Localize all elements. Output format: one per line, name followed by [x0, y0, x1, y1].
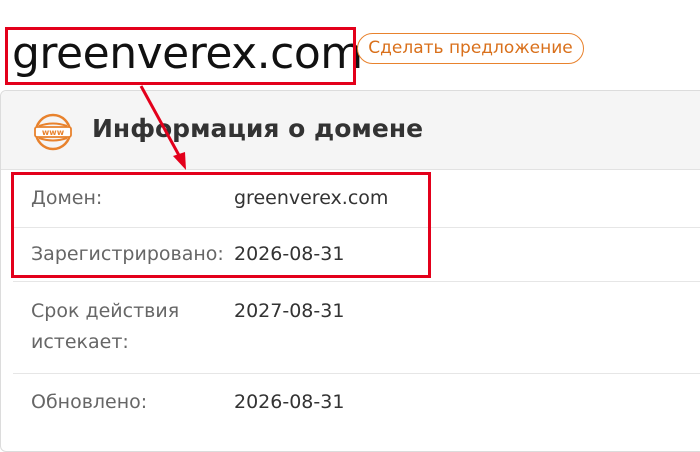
row-divider	[13, 373, 700, 374]
domain-highlight-box	[5, 27, 356, 85]
make-offer-button[interactable]: Сделать предложение	[357, 33, 584, 64]
svg-text:www: www	[42, 128, 65, 137]
www-icon: www	[34, 113, 72, 151]
expires-value: 2027-08-31	[234, 300, 345, 322]
rows-highlight-box	[11, 172, 431, 278]
updated-label: Обновлено:	[31, 391, 148, 413]
updated-value: 2026-08-31	[234, 391, 345, 413]
card-header: www Информация о домене	[1, 91, 700, 170]
card-title: Информация о домене	[92, 114, 424, 143]
row-divider	[13, 281, 700, 282]
expires-label: Срок действия истекает:	[31, 300, 180, 353]
